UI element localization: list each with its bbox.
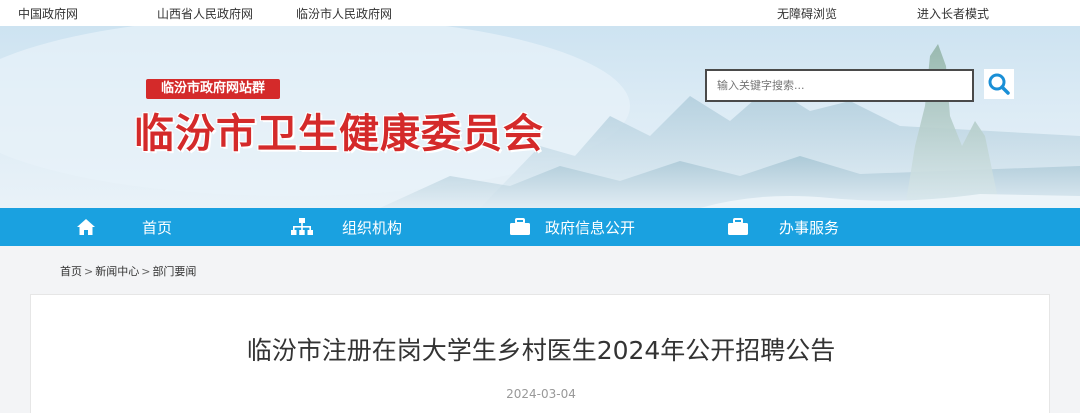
article-title: 临汾市注册在岗大学生乡村医生2024年公开招聘公告	[246, 336, 836, 365]
breadcrumb: 首页 > 新闻中心 > 部门要闻	[60, 263, 196, 279]
nav-item-organization[interactable]: 组织机构	[290, 208, 402, 246]
search-icon	[988, 73, 1010, 95]
nav-label-organization: 组织机构	[342, 218, 403, 237]
nav-item-gov-info[interactable]: 政府信息公开	[508, 208, 635, 246]
search-input[interactable]	[707, 71, 972, 100]
link-shanxi-gov[interactable]: 山西省人民政府网	[157, 5, 253, 22]
search-button[interactable]	[984, 69, 1014, 99]
elder-mode-link[interactable]: 进入长者模式	[917, 5, 989, 22]
header-banner: 临汾市政府网站群 临汾市卫生健康委员会	[0, 26, 1080, 208]
breadcrumb-dept-news[interactable]: 部门要闻	[152, 265, 196, 278]
org-chart-icon	[290, 215, 314, 239]
briefcase-icon	[508, 215, 532, 239]
nav-item-home[interactable]: 首页	[74, 208, 172, 246]
main-nav: 首页 组织机构 政府信息公开 办事服务	[0, 208, 1080, 246]
breadcrumb-news-center[interactable]: 新闻中心	[95, 265, 139, 278]
nav-item-services[interactable]: 办事服务	[726, 208, 839, 246]
nav-label-gov-info: 政府信息公开	[545, 218, 636, 237]
site-group-badge[interactable]: 临汾市政府网站群	[146, 79, 280, 99]
accessibility-link[interactable]: 无障碍浏览	[777, 5, 837, 22]
breadcrumb-home[interactable]: 首页	[60, 265, 82, 278]
link-linfen-gov[interactable]: 临汾市人民政府网	[296, 5, 392, 22]
article-date: 2024-03-04	[506, 387, 576, 401]
breadcrumb-separator: >	[84, 265, 94, 278]
article-card: 临汾市注册在岗大学生乡村医生2024年公开招聘公告 2024-03-04	[30, 294, 1050, 413]
link-china-gov[interactable]: 中国政府网	[18, 5, 78, 22]
home-icon	[74, 215, 98, 239]
breadcrumb-separator: >	[141, 265, 151, 278]
nav-label-home: 首页	[142, 218, 173, 237]
search-box	[705, 69, 974, 102]
site-title: 临汾市卫生健康委员会	[134, 110, 544, 157]
briefcase-icon	[726, 215, 750, 239]
nav-label-services: 办事服务	[779, 218, 840, 237]
top-utility-bar: 中国政府网 山西省人民政府网 临汾市人民政府网 无障碍浏览 进入长者模式	[0, 0, 1080, 26]
